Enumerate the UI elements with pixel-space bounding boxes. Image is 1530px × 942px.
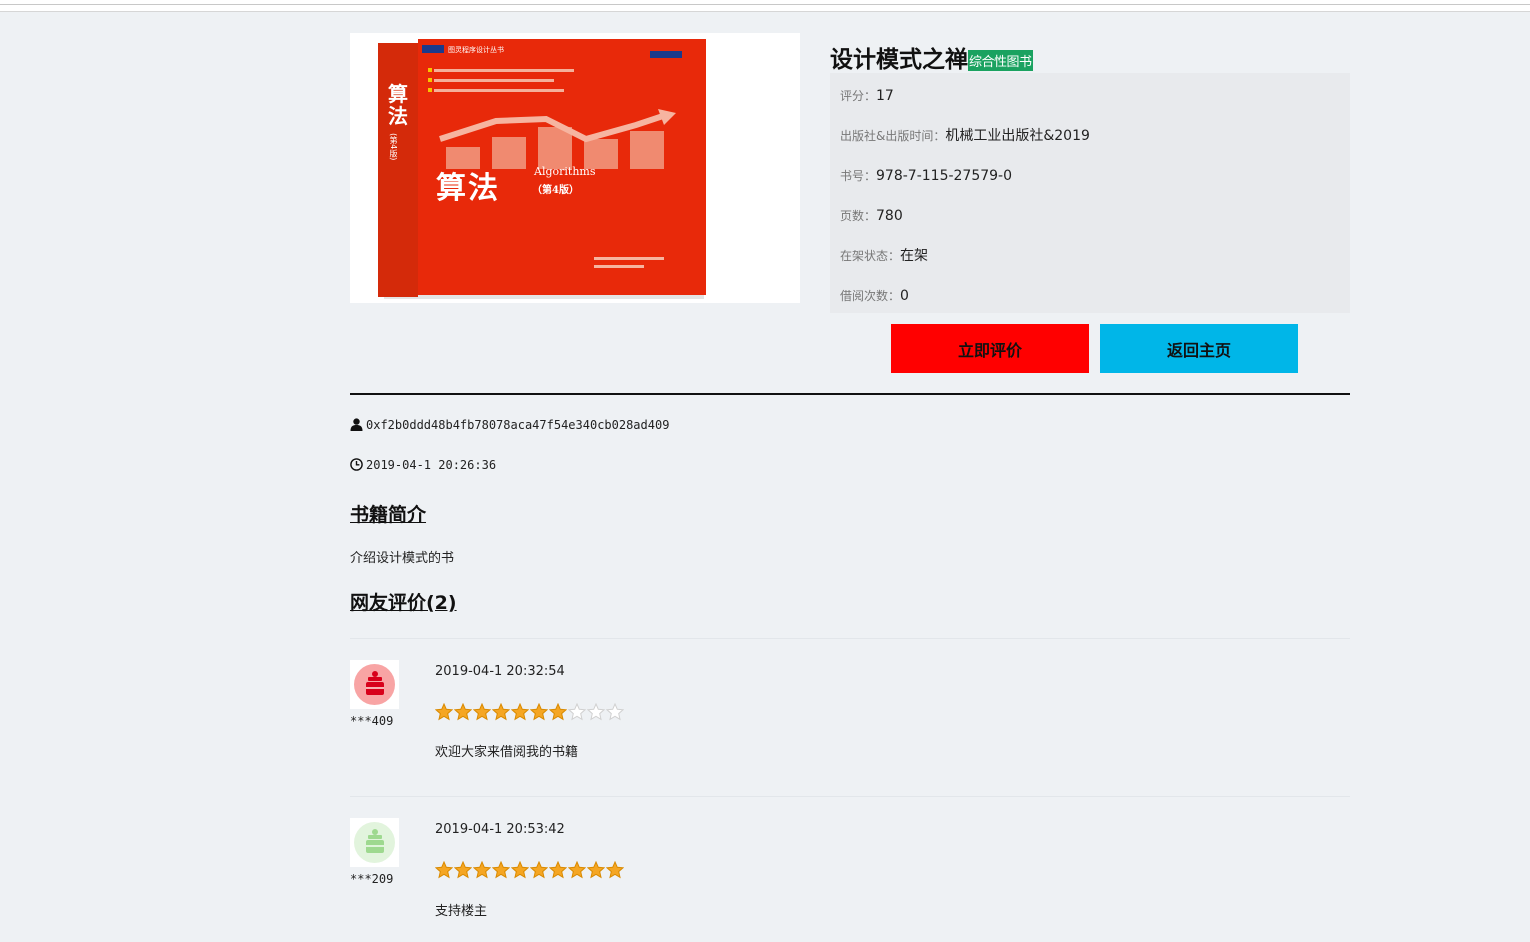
info-row-borrow-count: 借阅次数：0: [840, 288, 909, 304]
star-empty-icon: [587, 703, 605, 721]
book-info-panel: 评分：17 出版社&出版时间：机械工业出版社&2019 书号：978-7-115…: [830, 73, 1350, 313]
section-divider: [350, 393, 1350, 395]
category-tag: 综合性图书: [968, 50, 1033, 71]
star-filled-icon: [530, 861, 548, 879]
review-avatar: [350, 818, 399, 867]
book-title-text: 设计模式之禅: [830, 47, 968, 73]
review-text: 支持楼主: [435, 904, 488, 919]
star-filled-icon: [454, 703, 472, 721]
book-spine: 算法 (第4版): [378, 43, 418, 297]
star-filled-icon: [568, 861, 586, 879]
info-row-isbn: 书号：978-7-115-27579-0: [840, 168, 1013, 184]
info-row-publisher: 出版社&出版时间：机械工业出版社&2019: [840, 128, 1090, 144]
spine-edition: (第4版): [389, 133, 398, 161]
review-rating-stars: [435, 703, 625, 721]
book-cover-image: 算法 (第4版) 图灵程序设计丛书 算法 Algorithms （第4版）: [350, 33, 800, 303]
star-filled-icon: [435, 861, 453, 879]
info-row-rating: 评分：17: [840, 88, 894, 104]
review-divider: [350, 638, 1350, 639]
star-filled-icon: [473, 861, 491, 879]
back-home-button[interactable]: 返回主页: [1100, 324, 1298, 373]
review-text: 欢迎大家来借阅我的书籍: [435, 745, 579, 760]
star-filled-icon: [530, 703, 548, 721]
info-row-status: 在架状态：在架: [840, 248, 929, 264]
star-filled-icon: [435, 703, 453, 721]
browser-top-border: [0, 0, 1530, 12]
book-title: 设计模式之禅综合性图书: [830, 40, 1033, 74]
star-filled-icon: [492, 703, 510, 721]
star-filled-icon: [549, 861, 567, 879]
star-filled-icon: [587, 861, 605, 879]
owner-address: 0xf2b0ddd48b4fb78078aca47f54e340cb028ad4…: [350, 418, 669, 432]
review-username: ***409: [350, 714, 394, 728]
user-icon: [350, 418, 363, 431]
book-front: 图灵程序设计丛书 算法 Algorithms （第4版）: [418, 39, 706, 295]
owner-time-text: 2019-04-1 20:26:36: [366, 458, 497, 472]
star-filled-icon: [606, 861, 624, 879]
cover-main-title: 算法: [436, 171, 500, 206]
cover-chart-graphic: [439, 109, 676, 169]
review-username: ***209: [350, 872, 394, 886]
star-filled-icon: [492, 861, 510, 879]
avatar-icon: [366, 829, 384, 853]
review-time: 2019-04-1 20:53:42: [435, 822, 565, 837]
owner-address-text: 0xf2b0ddd48b4fb78078aca47f54e340cb028ad4…: [366, 418, 670, 432]
owner-time: 2019-04-1 20:26:36: [350, 458, 496, 472]
review-now-button[interactable]: 立即评价: [891, 324, 1089, 373]
intro-text: 介绍设计模式的书: [350, 551, 455, 566]
star-filled-icon: [473, 703, 491, 721]
star-filled-icon: [454, 861, 472, 879]
star-filled-icon: [549, 703, 567, 721]
review-time: 2019-04-1 20:32:54: [435, 664, 565, 679]
star-empty-icon: [606, 703, 624, 721]
avatar-icon: [366, 671, 384, 695]
cover-edition: （第4版）: [532, 185, 579, 196]
review-divider: [350, 796, 1350, 797]
clock-icon: [350, 458, 363, 471]
reviews-heading: 网友评价(2): [350, 592, 457, 614]
star-filled-icon: [511, 861, 529, 879]
intro-heading: 书籍简介: [350, 504, 427, 526]
cover-subtitle: Algorithms: [534, 165, 596, 178]
cover-series: 图灵程序设计丛书: [448, 46, 504, 54]
spine-title: 算法: [388, 82, 408, 128]
review-avatar: [350, 660, 399, 709]
info-row-pages: 页数：780: [840, 208, 903, 224]
star-filled-icon: [511, 703, 529, 721]
review-rating-stars: [435, 861, 625, 879]
star-empty-icon: [568, 703, 586, 721]
